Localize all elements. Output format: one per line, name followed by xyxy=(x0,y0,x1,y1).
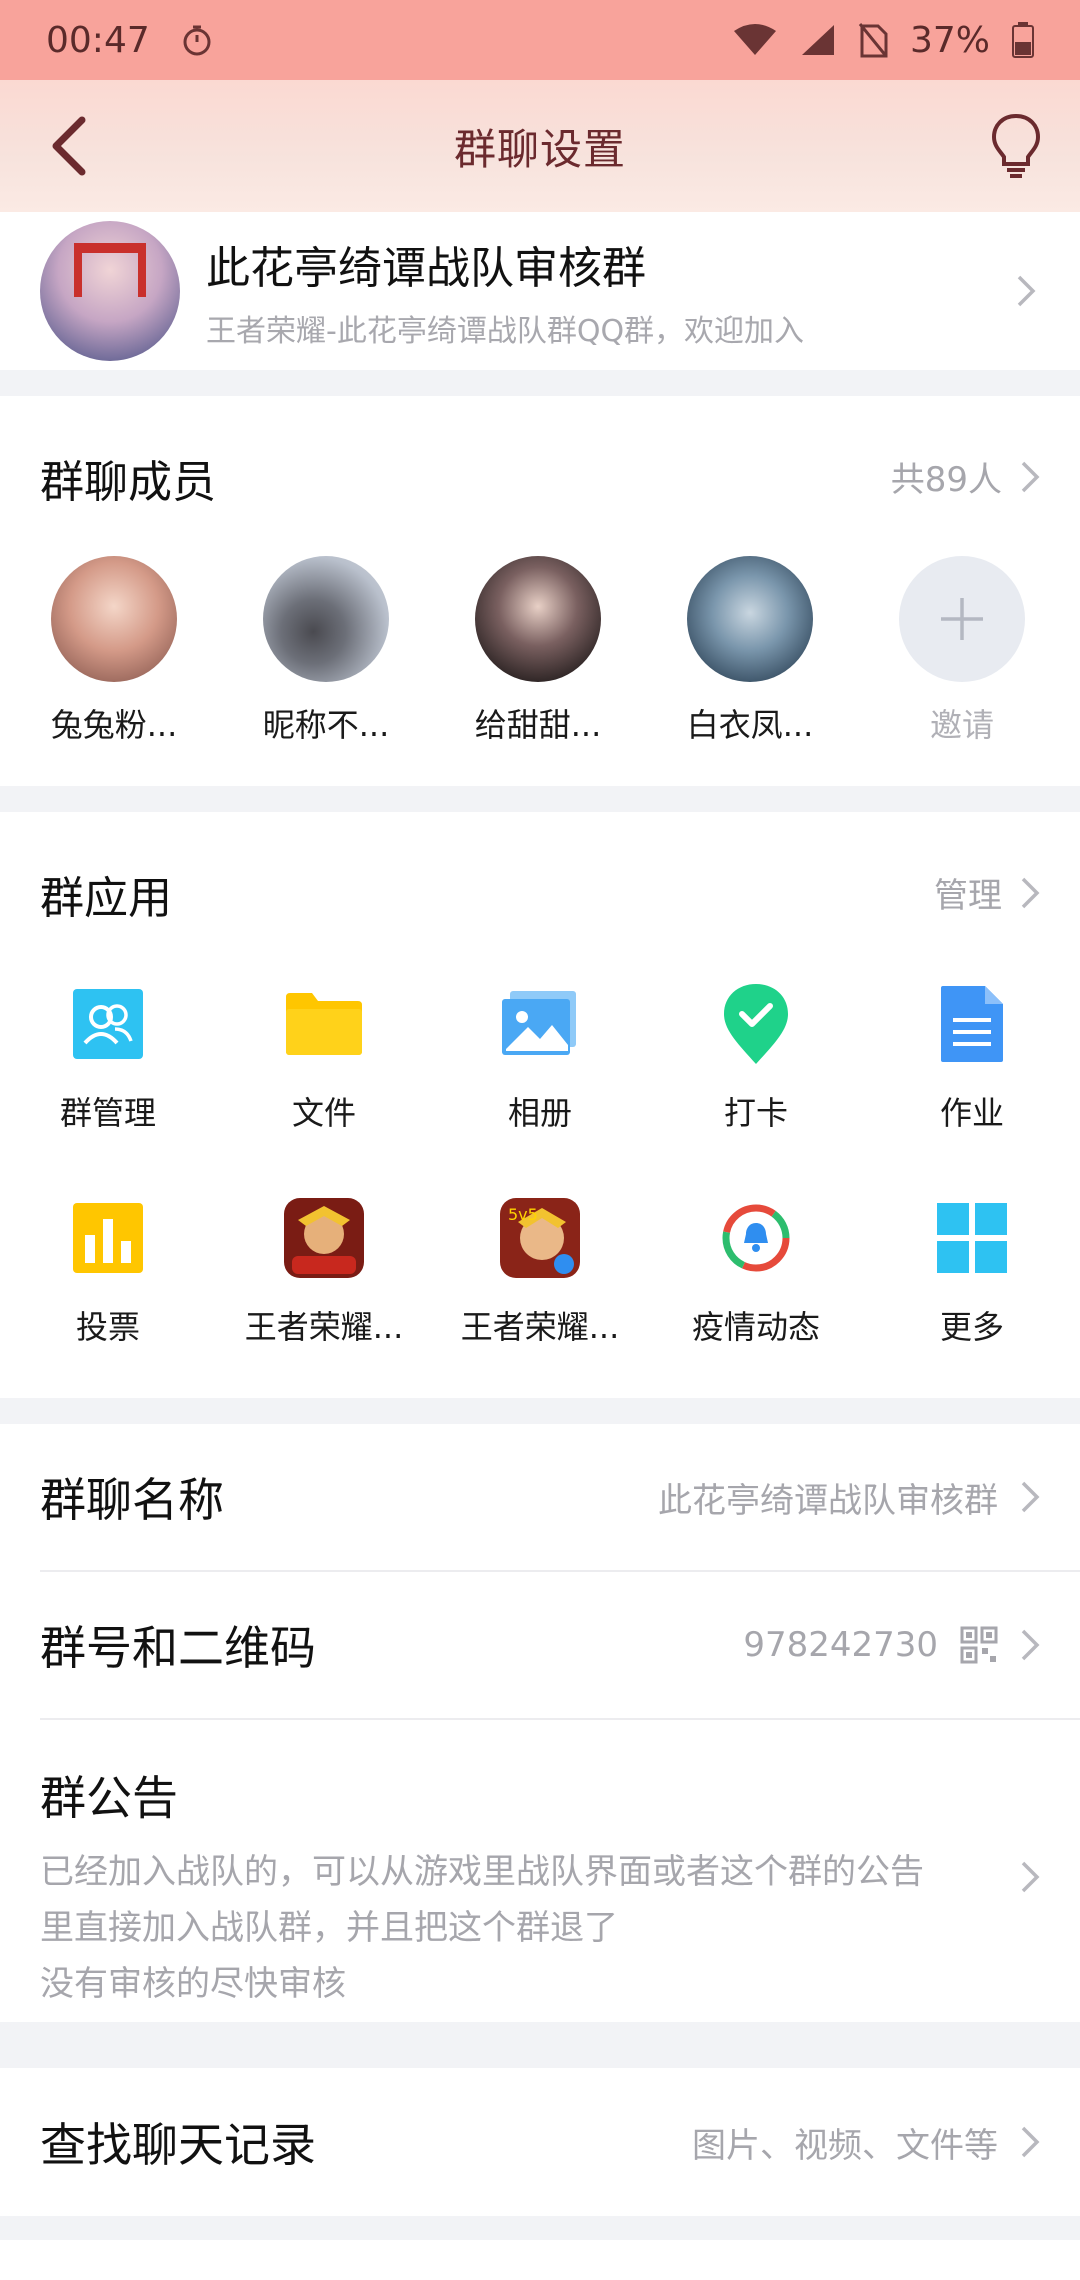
manage-label: 管理 xyxy=(934,876,1002,916)
members-section: 群聊成员 共89人 兔兔粉... 昵称不... 给甜甜... 白衣凤... 邀请 xyxy=(0,396,1080,786)
next-section-edge xyxy=(0,2240,1080,2280)
member-avatar xyxy=(51,556,177,682)
app-vote[interactable]: 投票 xyxy=(0,1194,216,1348)
app-check-in[interactable]: 打卡 xyxy=(648,980,864,1134)
member-item[interactable]: 白衣凤... xyxy=(644,556,856,746)
members-count-link[interactable]: 共89人 xyxy=(891,452,1040,501)
group-name: 此花亭绮谭战队审核群 xyxy=(206,243,646,294)
chevron-right-icon xyxy=(1021,461,1040,492)
member-name: 给甜甜... xyxy=(474,706,602,744)
app-game-1[interactable]: 王者荣耀... xyxy=(216,1194,432,1348)
group-profile-row[interactable]: 此花亭绮谭战队审核群 王者荣耀-此花亭绮谭战队群QQ群，欢迎加入 xyxy=(0,212,1080,370)
app-epidemic[interactable]: 疫情动态 xyxy=(648,1194,864,1348)
back-arrow-icon xyxy=(52,116,86,176)
group-name-label: 群聊名称 xyxy=(40,1473,224,1527)
lightbulb-icon xyxy=(991,113,1041,178)
app-more[interactable]: 更多 xyxy=(864,1194,1080,1348)
app-game-2[interactable]: 5v5 王者荣耀... xyxy=(432,1194,648,1348)
group-notice-row[interactable]: 群公告 已经加入战队的，可以从游戏里战队界面或者这个群的公告 里直接加入战队群，… xyxy=(0,1720,1080,2022)
group-avatar xyxy=(40,221,180,361)
group-name-value: 此花亭绮谭战队审核群 xyxy=(658,1480,998,1521)
app-files[interactable]: 文件 xyxy=(216,980,432,1134)
plus-icon xyxy=(899,556,1025,682)
member-avatar xyxy=(475,556,601,682)
timer-icon xyxy=(180,23,214,57)
chevron-right-icon xyxy=(1021,1861,1040,1893)
member-name: 白衣凤... xyxy=(686,706,814,744)
app-label: 群管理 xyxy=(59,1094,156,1132)
search-history-label: 查找聊天记录 xyxy=(40,2118,316,2172)
search-history-hint: 图片、视频、文件等 xyxy=(692,2125,998,2166)
member-avatar xyxy=(687,556,813,682)
group-name-row[interactable]: 群聊名称 此花亭绮谭战队审核群 xyxy=(0,1424,1080,1570)
epidemic-icon xyxy=(712,1194,800,1282)
more-grid-icon xyxy=(928,1194,1016,1282)
invite-label: 邀请 xyxy=(929,706,994,744)
app-label: 王者荣耀... xyxy=(460,1308,620,1346)
member-item[interactable]: 昵称不... xyxy=(220,556,432,746)
nav-bar: 群聊设置 xyxy=(0,80,1080,212)
members-title: 群聊成员 xyxy=(40,457,216,508)
group-manage-icon xyxy=(64,980,152,1068)
app-label: 相册 xyxy=(507,1094,572,1132)
app-album[interactable]: 相册 xyxy=(432,980,648,1134)
apps-manage-link[interactable]: 管理 xyxy=(934,868,1040,917)
status-time: 00:47 xyxy=(46,19,150,61)
app-group-manage[interactable]: 群管理 xyxy=(0,980,216,1134)
lightbulb-button[interactable] xyxy=(984,110,1048,182)
notice-line: 里直接加入战队群，并且把这个群退了 xyxy=(40,1908,618,1948)
game-icon: 5v5 xyxy=(496,1194,584,1282)
group-notice-text: 已经加入战队的，可以从游戏里战队界面或者这个群的公告 里直接加入战队群，并且把这… xyxy=(40,1844,1010,2012)
no-sim-icon xyxy=(858,22,888,58)
settings-section: 群聊名称 此花亭绮谭战队审核群 群号和二维码 978242730 群公告 已经加… xyxy=(0,1424,1080,2022)
chevron-right-icon xyxy=(1021,877,1040,908)
vote-icon xyxy=(64,1194,152,1282)
group-apps-section: 群应用 管理 群管理 文件 相册 打卡 作业 投票 王者荣耀... 5v5 王者… xyxy=(0,812,1080,1398)
invite-button[interactable]: 邀请 xyxy=(856,556,1068,746)
group-notice-label: 群公告 xyxy=(40,1771,178,1825)
chevron-right-icon xyxy=(1021,2126,1040,2158)
notice-line: 没有审核的尽快审核 xyxy=(40,1964,346,2004)
page-title: 群聊设置 xyxy=(453,124,626,174)
chevron-right-icon xyxy=(1012,269,1040,313)
app-label: 王者荣耀... xyxy=(244,1308,404,1346)
member-name: 兔兔粉... xyxy=(50,706,178,744)
homework-icon xyxy=(928,980,1016,1068)
app-label: 更多 xyxy=(939,1308,1004,1346)
qr-code-icon xyxy=(960,1626,998,1664)
back-button[interactable] xyxy=(38,114,98,178)
notice-line: 已经加入战队的，可以从游戏里战队界面或者这个群的公告 xyxy=(40,1852,924,1892)
signal-icon xyxy=(800,23,836,57)
app-homework[interactable]: 作业 xyxy=(864,980,1080,1134)
members-count: 共89人 xyxy=(890,460,1002,500)
app-label: 投票 xyxy=(75,1308,140,1346)
app-label: 打卡 xyxy=(723,1094,788,1132)
group-description: 王者荣耀-此花亭绮谭战队群QQ群，欢迎加入 xyxy=(206,314,805,349)
apps-title: 群应用 xyxy=(40,873,172,924)
search-history-row[interactable]: 查找聊天记录 图片、视频、文件等 xyxy=(0,2068,1080,2216)
status-bar: 00:47 37% xyxy=(0,0,1080,80)
chevron-right-icon xyxy=(1021,1481,1040,1513)
svg-text:5v5: 5v5 xyxy=(508,1205,538,1224)
app-label: 作业 xyxy=(939,1094,1004,1132)
chevron-right-icon xyxy=(1021,1629,1040,1661)
folder-icon xyxy=(280,980,368,1068)
group-number-value: 978242730 xyxy=(743,1625,938,1665)
game-icon xyxy=(280,1194,368,1282)
member-item[interactable]: 兔兔粉... xyxy=(8,556,220,746)
member-avatar xyxy=(263,556,389,682)
photo-album-icon xyxy=(496,980,584,1068)
battery-text: 37% xyxy=(909,19,990,61)
battery-icon xyxy=(1012,22,1034,58)
app-label: 疫情动态 xyxy=(691,1308,820,1346)
member-name: 昵称不... xyxy=(262,706,390,744)
member-item[interactable]: 给甜甜... xyxy=(432,556,644,746)
group-number-row[interactable]: 群号和二维码 978242730 xyxy=(0,1572,1080,1718)
wifi-icon xyxy=(732,23,778,57)
check-in-icon xyxy=(712,980,800,1068)
group-number-label: 群号和二维码 xyxy=(40,1621,316,1675)
app-label: 文件 xyxy=(291,1094,356,1132)
